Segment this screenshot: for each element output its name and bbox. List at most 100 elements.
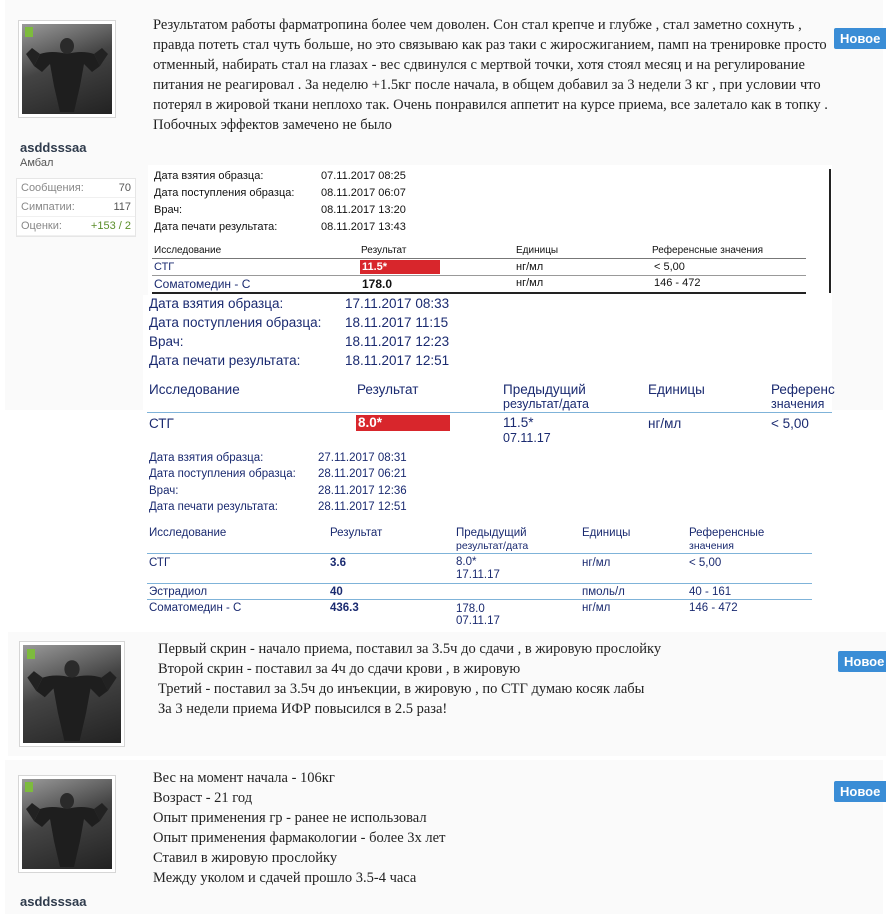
row-name: СТГ — [149, 416, 174, 431]
col-header: результат/дата — [503, 397, 589, 411]
new-badge: Новое — [834, 28, 886, 49]
row-unit: нг/мл — [582, 557, 611, 569]
online-indicator — [25, 782, 33, 792]
meta-label: Дата поступления образца: — [149, 315, 322, 330]
meta-value: 18.11.2017 11:15 — [345, 315, 449, 330]
row-prev: 11.5* — [503, 415, 534, 430]
row-ref: < 5,00 — [654, 261, 685, 273]
post-message: Вес на момент начала - 106кг Возраст - 2… — [153, 770, 446, 886]
row-ref: 40 - 161 — [689, 586, 732, 598]
row-ref: 146 - 472 — [654, 277, 701, 289]
meta-label: Дата печати результата: — [149, 353, 301, 368]
meta-value: 18.11.2017 12:51 — [345, 353, 450, 368]
online-indicator — [25, 27, 33, 37]
lab-scan-3: Дата взятия образца: 27.11.2017 08:31 Да… — [143, 447, 815, 630]
new-badge: Новое — [838, 651, 886, 672]
avatar-image — [23, 645, 121, 743]
result-flag: 8.0* — [356, 415, 450, 431]
lab-scan-2: Дата взятия образца: 17.11.2017 08:33 Да… — [143, 295, 835, 447]
col-header: Референс — [771, 382, 835, 397]
row-name: Соматомедин - С — [149, 602, 242, 614]
col-header: Исследование — [149, 527, 227, 539]
col-header: Референсные — [689, 527, 765, 539]
row-prev-date: 17.11.17 — [456, 569, 500, 581]
lab-scan-1: Дата взятия образца: 07.11.2017 08:25 Да… — [148, 165, 832, 295]
col-header: Результат — [357, 382, 419, 397]
col-header: значения — [771, 397, 825, 411]
row-ref: < 5,00 — [689, 557, 722, 569]
meta-label: Дата печати результата: — [149, 501, 278, 513]
user-stats: Сообщения: 70 Симпатии: 117 Оценки: +153 / … — [16, 178, 136, 237]
col-header: Единицы — [516, 245, 559, 256]
meta-value: 07.11.2017 08:25 — [321, 170, 406, 182]
meta-value: 28.11.2017 12:36 — [318, 485, 407, 497]
post-message: Первый скрин - начало приема, поставил з… — [158, 641, 662, 717]
row-unit: нг/мл — [648, 416, 682, 431]
stat-ratings: Оценки: +153 / 2 — [17, 217, 135, 236]
meta-value: 28.11.2017 12:51 — [318, 501, 407, 513]
post-message: Результатом работы фарматропина более че… — [153, 17, 828, 133]
divider — [147, 553, 812, 554]
result-flag: 11.5* — [360, 260, 440, 274]
row-result: 436.3 — [330, 602, 359, 614]
row-unit: пмоль/л — [582, 586, 625, 598]
meta-label: Врач: — [149, 485, 179, 497]
meta-label: Дата взятия образца: — [154, 170, 264, 182]
row-result: 3.6 — [330, 557, 346, 569]
col-header: результат/дата — [456, 540, 529, 552]
meta-value: 27.11.2017 08:31 — [318, 452, 407, 464]
meta-label: Дата взятия образца: — [149, 452, 264, 464]
col-header: Предыдущий — [503, 382, 586, 397]
col-header: Исследование — [154, 245, 222, 256]
col-header: Результат — [361, 245, 407, 256]
stat-likes: Симпатии: 117 — [17, 198, 135, 217]
row-prev-date: 07.11.17 — [503, 431, 551, 445]
col-header: Результат — [330, 527, 383, 539]
meta-label: Врач: — [149, 334, 184, 349]
meta-label: Врач: — [154, 204, 183, 216]
divider — [152, 258, 806, 259]
meta-label: Дата поступления образца: — [149, 468, 296, 480]
scan-edge — [829, 169, 831, 293]
username[interactable]: asddsssaa — [20, 894, 87, 909]
meta-label: Дата печати результата: — [154, 221, 278, 233]
row-name: СТГ — [149, 557, 171, 569]
row-prev: 8.0* — [456, 556, 477, 568]
username[interactable]: asddsssaa — [20, 140, 87, 155]
stat-messages: Сообщения: 70 — [17, 179, 135, 198]
divider — [147, 599, 812, 600]
col-header: Референсные значения — [652, 245, 764, 256]
row-result: 40 — [330, 586, 343, 598]
meta-value: 28.11.2017 06:21 — [318, 468, 407, 480]
row-name: Эстрадиол — [149, 586, 208, 598]
divider — [152, 275, 806, 276]
row-result: 178.0 — [362, 277, 393, 291]
online-indicator — [27, 649, 35, 659]
meta-value: 18.11.2017 12:23 — [345, 334, 450, 349]
row-ref: < 5,00 — [771, 416, 809, 431]
new-badge: Новое — [834, 781, 886, 802]
col-header: значения — [689, 540, 734, 552]
avatar-image — [22, 779, 112, 869]
row-ref: 146 - 472 — [689, 602, 738, 614]
col-header: Исследование — [149, 382, 240, 397]
meta-label: Дата взятия образца: — [149, 296, 284, 311]
row-prev-date: 07.11.17 — [456, 615, 500, 627]
row-prev: 178.0 — [456, 603, 485, 615]
row-unit: нг/мл — [516, 277, 544, 289]
meta-value: 08.11.2017 06:07 — [321, 187, 406, 199]
meta-value: 08.11.2017 13:20 — [321, 204, 406, 216]
divider — [147, 412, 832, 413]
meta-value: 17.11.2017 08:33 — [345, 296, 450, 311]
user-title: Амбал — [20, 157, 54, 169]
meta-value: 08.11.2017 13:43 — [321, 221, 406, 233]
meta-label: Дата поступления образца: — [154, 187, 295, 199]
col-header: Предыдущий — [456, 527, 527, 539]
divider — [152, 292, 806, 294]
col-header: Единицы — [582, 527, 631, 539]
row-unit: нг/мл — [516, 261, 544, 273]
row-name: Соматомедин - С — [154, 277, 251, 291]
divider — [147, 583, 812, 584]
avatar-image — [22, 24, 112, 114]
col-header: Единицы — [648, 382, 705, 397]
